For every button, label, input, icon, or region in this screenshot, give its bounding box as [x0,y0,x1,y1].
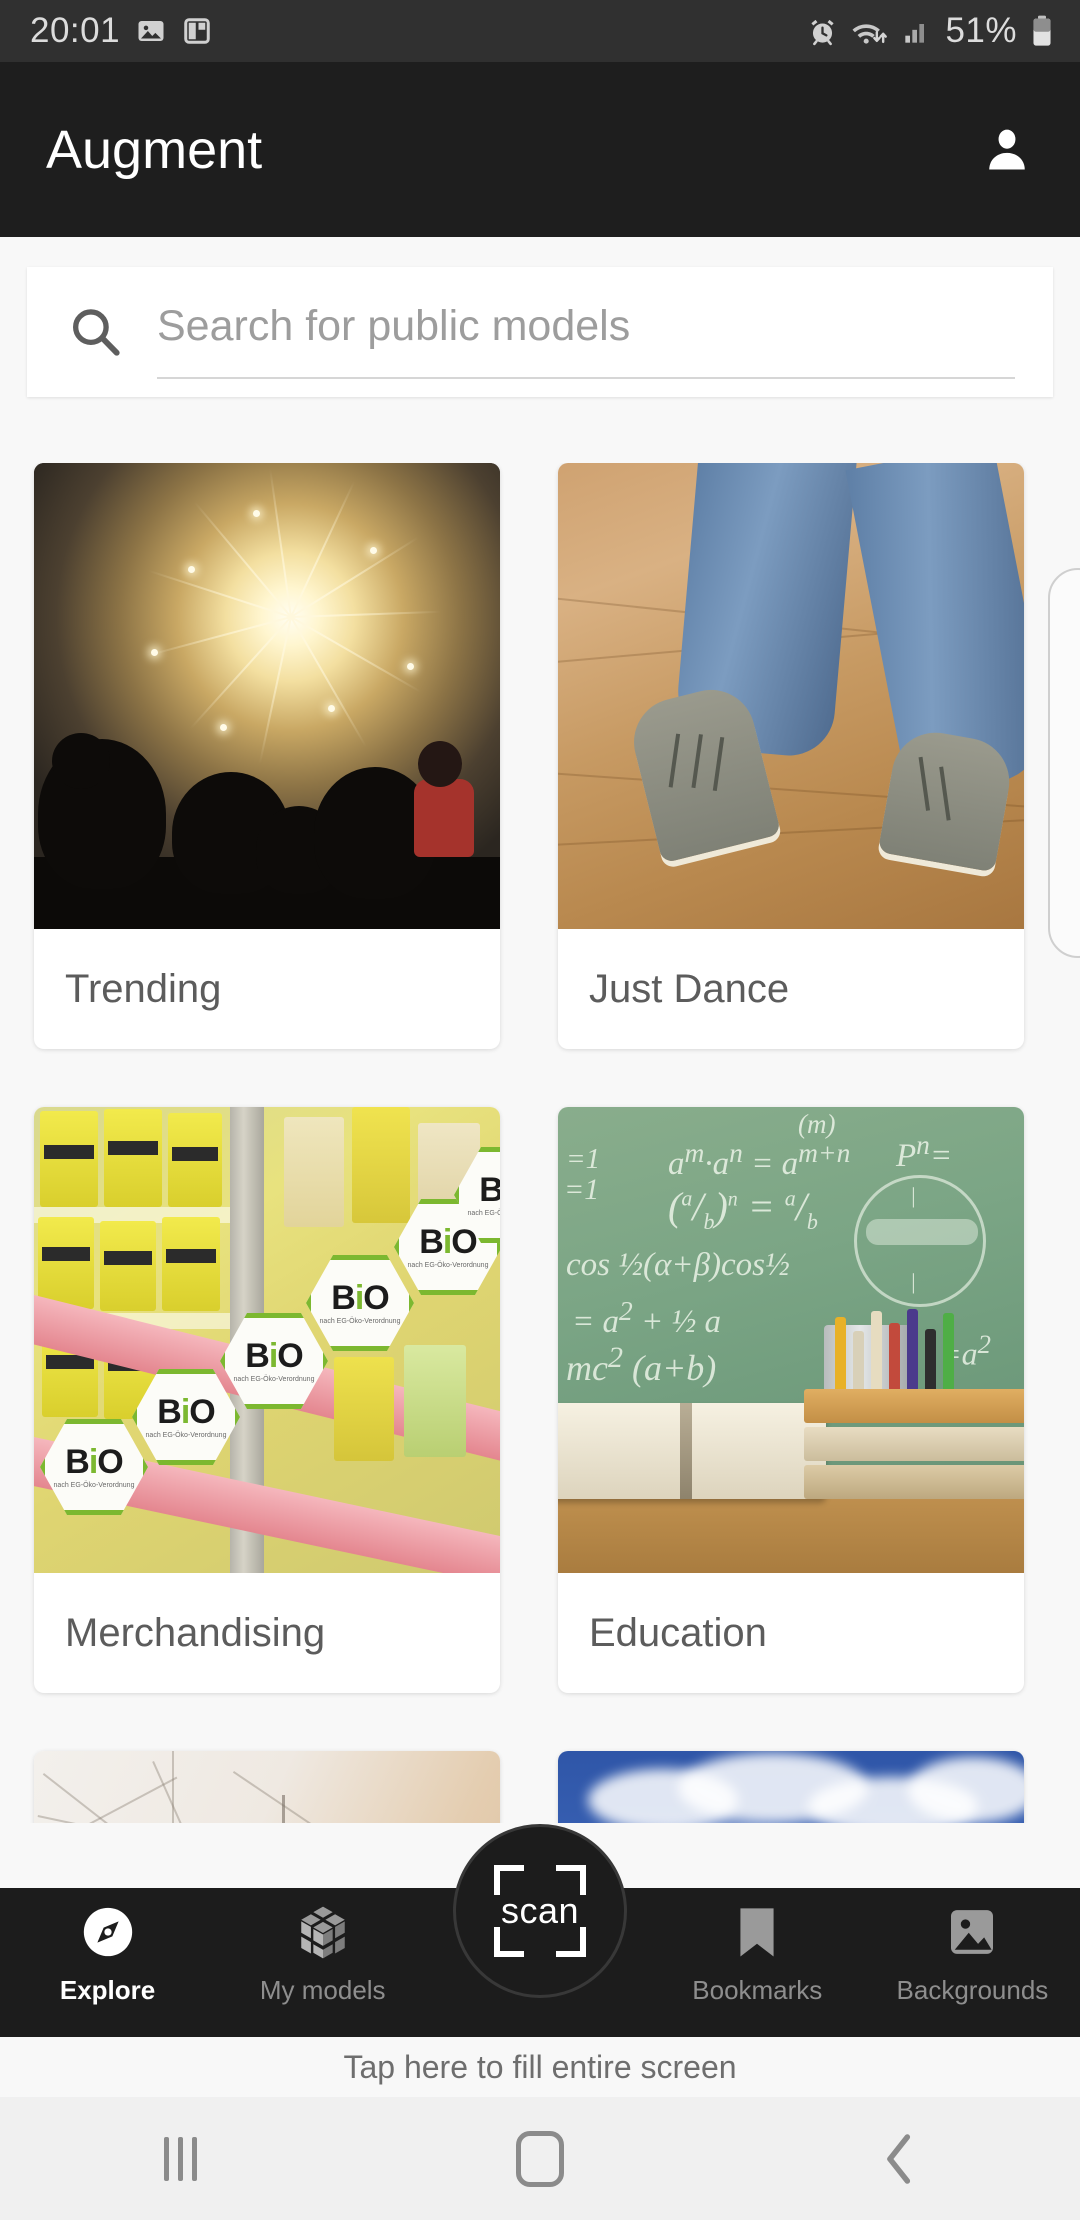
recents-icon [163,2136,197,2181]
dancing-feet-sneakers-photo [558,463,1024,929]
card-label: Trending [65,966,222,1011]
chalkboard-books-pencils-photo: =1 =1 am·an = am+n Pn= (m) (a/b)n = a/b … [558,1107,1024,1573]
open-book [558,1403,826,1499]
nav-item-my-models[interactable]: My models [215,1888,430,2037]
status-bar-left: 20:01 [30,11,212,51]
blue-sky-clouds-photo [558,1751,1024,1823]
bio-label: BiOnach EG-Öko-Verordnung [306,1255,414,1351]
cube-icon [294,1903,352,1961]
signal-icon [905,24,925,43]
edge-panel-handle[interactable] [1048,568,1080,958]
wifi-icon [852,23,888,44]
scan-frame-icon [494,1865,524,1895]
card-label: Education [589,1610,767,1655]
compass-icon [79,1903,137,1961]
nav-label: Backgrounds [896,1975,1049,2005]
back-icon [887,2133,911,2184]
fill-screen-text: Tap here to fill entire screen [343,2048,737,2085]
book-stack [804,1385,1024,1499]
model-category-grid: Trending Just Dance BiO nach EG-Öko-Vero… [0,463,1080,1823]
account-button[interactable] [972,115,1042,185]
scan-frame-icon [556,1865,586,1895]
search-underline [157,377,1015,379]
nav-item-explore[interactable]: Explore [0,1888,215,2037]
image-icon [944,1903,1000,1961]
battery-icon [1033,15,1051,46]
crowd-silhouette [34,714,500,929]
grid-row: BiO nach EG-Öko-Verordnung BiO nach EG-Öko… [34,1107,1046,1693]
grid-row: Trending Just Dance [34,463,1046,1049]
category-card-row3-left[interactable] [34,1751,500,1823]
scan-frame-icon [556,1927,586,1957]
system-navigation-bar [0,2097,1080,2220]
nav-item-bookmarks[interactable]: Bookmarks [650,1888,865,2037]
image-icon [138,21,164,41]
app-bar: Augment [0,62,1080,237]
fill-screen-banner[interactable]: Tap here to fill entire screen [0,2037,1080,2097]
scan-button[interactable]: scan [453,1824,627,1998]
nav-label: Explore [59,1975,156,2005]
search-icon [73,309,120,356]
status-bar-right: 51% [807,11,1054,51]
search-input[interactable] [157,301,1013,363]
card-label: Just Dance [589,966,790,1011]
bookmark-icon [732,1903,782,1961]
scan-label: scan [500,1890,580,1931]
nav-label: My models [259,1975,386,2005]
nav-label: Bookmarks [692,1975,823,2005]
person-icon [989,129,1025,169]
home-icon [516,2130,564,2187]
category-card-merchandising[interactable]: BiO nach EG-Öko-Verordnung BiO nach EG-Öko… [34,1107,500,1693]
category-card-row3-right[interactable] [558,1751,1024,1823]
search-icon-wrap [27,303,157,361]
home-button[interactable] [360,2130,720,2187]
back-button[interactable] [720,2131,1080,2187]
architectural-sketch-photo [34,1751,500,1823]
phone-screen: 20:01 51% Augment Search for public mode… [0,0,1080,2220]
card-label: Merchandising [65,1610,326,1655]
alarm-icon [811,19,835,45]
nav-item-backgrounds[interactable]: Backgrounds [865,1888,1080,2037]
recents-button[interactable] [0,2136,360,2181]
scan-frame-icon [494,1927,524,1957]
fireworks-crowd-photo [34,463,500,929]
category-card-just-dance[interactable]: Just Dance [558,463,1024,1049]
status-clock: 20:01 [30,11,121,50]
split-screen-icon [184,18,210,44]
category-card-education[interactable]: =1 =1 am·an = am+n Pn= (m) (a/b)n = a/b … [558,1107,1024,1693]
search-field [157,267,1053,397]
grid-row [34,1751,1046,1823]
app-title: Augment [46,119,263,180]
search-bar[interactable] [27,267,1053,397]
supermarket-bio-labels-photo: BiO nach EG-Öko-Verordnung BiO nach EG-Öko… [34,1107,500,1573]
category-card-trending[interactable]: Trending [34,463,500,1049]
battery-percent: 51% [945,11,1017,50]
status-bar: 20:01 51% [0,0,1080,62]
